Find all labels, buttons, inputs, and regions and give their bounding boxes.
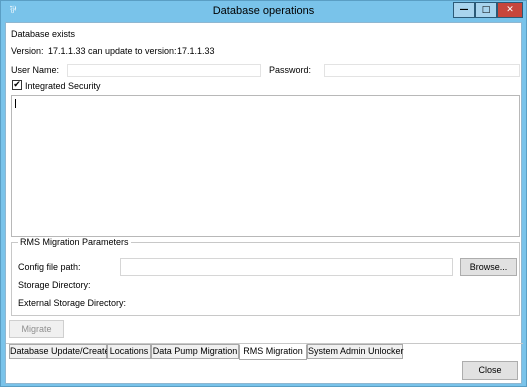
update-version: 17.1.1.33 xyxy=(177,46,215,56)
browse-button[interactable]: Browse... xyxy=(460,258,517,276)
app-window: ⅌ Database operations — □ ✕ Database exi… xyxy=(0,0,527,387)
config-file-path-label: Config file path: xyxy=(18,262,81,272)
integrated-security-label[interactable]: Integrated Security xyxy=(25,81,101,91)
current-version: 17.1.1.33 xyxy=(48,46,86,56)
client-area: Database exists Version: 17.1.1.33 can u… xyxy=(5,22,523,384)
password-input[interactable] xyxy=(324,64,520,77)
close-button[interactable]: Close xyxy=(462,361,518,380)
user-name-label: User Name: xyxy=(11,65,60,75)
update-version-label: can update to version: xyxy=(88,46,177,56)
user-name-input[interactable] xyxy=(67,64,261,77)
config-file-path-input[interactable] xyxy=(120,258,453,276)
rms-migration-group: RMS Migration Parameters Config file pat… xyxy=(11,237,520,316)
migrate-button[interactable]: Migrate xyxy=(9,320,64,338)
close-window-button[interactable]: ✕ xyxy=(497,2,523,18)
storage-directory-label: Storage Directory: xyxy=(18,280,91,290)
maximize-button[interactable]: □ xyxy=(475,2,497,18)
tab-strip: Database Update/Create Locations Data Pu… xyxy=(9,344,521,360)
title-bar[interactable]: ⅌ Database operations — □ ✕ xyxy=(1,1,526,21)
text-caret xyxy=(15,99,16,108)
minimize-button[interactable]: — xyxy=(453,2,475,18)
database-status: Database exists xyxy=(11,29,76,39)
integrated-security-checkbox[interactable]: ✔ xyxy=(12,80,22,90)
password-label: Password: xyxy=(269,65,312,75)
version-label: Version: xyxy=(11,46,44,56)
tab-rms-migration[interactable]: RMS Migration xyxy=(239,344,307,360)
tab-system-admin-unlocker[interactable]: System Admin Unlocker xyxy=(307,344,404,359)
window-title: Database operations xyxy=(212,5,315,17)
tab-locations[interactable]: Locations xyxy=(107,344,151,359)
tab-data-pump-migration[interactable]: Data Pump Migration xyxy=(151,344,239,359)
rms-group-title: RMS Migration Parameters xyxy=(18,237,131,247)
tab-database-update-create[interactable]: Database Update/Create xyxy=(9,344,110,359)
external-storage-directory-label: External Storage Directory: xyxy=(18,298,127,308)
output-textarea[interactable] xyxy=(11,95,520,237)
